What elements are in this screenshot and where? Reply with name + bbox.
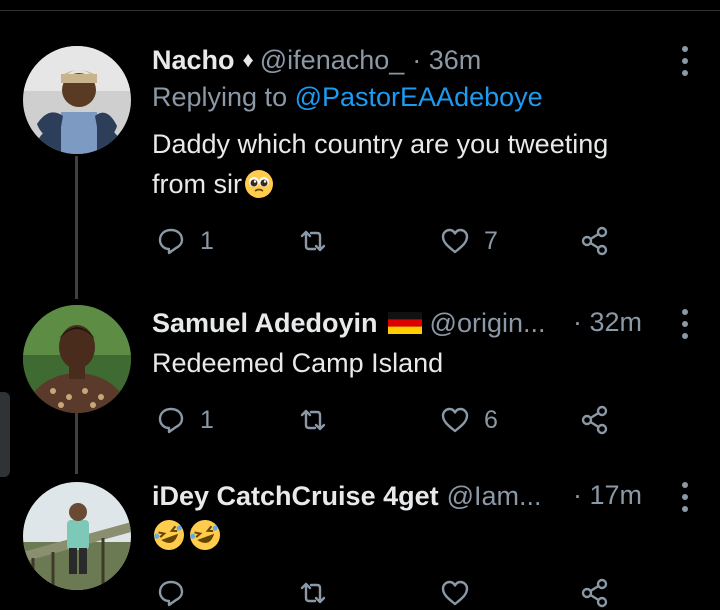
- tweet-text: Redeemed Camp Island: [152, 348, 444, 378]
- tweet-time[interactable]: · 32m: [573, 307, 642, 338]
- tweet-text-line: from sir: [152, 164, 692, 204]
- tweet-text: [152, 518, 692, 563]
- tweet-text-line: Daddy which country are you tweeting: [152, 129, 609, 159]
- like-button[interactable]: 7: [440, 224, 498, 258]
- reply-icon: [158, 580, 184, 607]
- tweet-header: iDey CatchCruise 4get @Iam...: [152, 478, 542, 514]
- reply-count: 1: [200, 405, 214, 434]
- heart-icon: [441, 407, 469, 433]
- avatar[interactable]: [23, 46, 131, 154]
- author-name[interactable]: iDey CatchCruise 4get: [152, 481, 439, 512]
- rolling-on-floor-laughing-icon: [154, 520, 220, 550]
- top-divider: [0, 10, 720, 11]
- retweet-button[interactable]: [298, 224, 342, 258]
- more-options-icon[interactable]: [682, 482, 690, 512]
- tweet-actions: 1 7: [152, 224, 632, 258]
- reply-count: 1: [200, 226, 214, 255]
- tweet-time[interactable]: · 17m: [573, 480, 642, 511]
- reply-button[interactable]: 1: [156, 224, 214, 258]
- heart-icon: [441, 580, 469, 606]
- tweet-actions: 1 6: [152, 403, 632, 437]
- diamond-badge-icon: ♦: [242, 47, 254, 72]
- replying-to-mention[interactable]: @PastorEAAdeboye: [295, 82, 543, 112]
- retweet-icon: [300, 582, 326, 604]
- share-icon: [581, 226, 608, 256]
- tweet-item[interactable]: Nacho ♦ @ifenacho_ · 36m Replying to @Pa…: [0, 42, 720, 282]
- like-count: 7: [484, 226, 498, 255]
- retweet-icon: [300, 409, 326, 431]
- germany-flag-icon: [387, 312, 422, 334]
- tweet-text-fragment: from sir: [152, 169, 242, 199]
- retweet-button[interactable]: [298, 403, 342, 437]
- like-button[interactable]: 6: [440, 403, 498, 437]
- tweet-text: Daddy which country are you tweeting fro…: [152, 124, 692, 204]
- tweet-header: Samuel Adedoyin @origin...: [152, 305, 546, 341]
- heart-icon: [441, 228, 469, 254]
- tweet-item[interactable]: Samuel Adedoyin @origin... · 32m Redeeme…: [0, 305, 720, 455]
- author-name[interactable]: Nacho: [152, 45, 235, 76]
- retweet-icon: [300, 230, 326, 252]
- tweet-time[interactable]: · 36m: [412, 45, 481, 76]
- avatar[interactable]: [23, 305, 131, 413]
- replying-to-label: Replying to: [152, 82, 295, 112]
- share-button[interactable]: [580, 224, 610, 258]
- tweet-header: Nacho ♦ @ifenacho_ · 36m: [152, 42, 481, 78]
- share-icon: [581, 578, 608, 608]
- reply-icon: [158, 407, 184, 434]
- author-handle[interactable]: @Iam...: [447, 481, 542, 512]
- like-count: 6: [484, 405, 498, 434]
- share-icon: [581, 405, 608, 435]
- replying-to-line: Replying to @PastorEAAdeboye: [152, 82, 543, 113]
- author-name[interactable]: Samuel Adedoyin: [152, 308, 378, 339]
- more-options-icon[interactable]: [682, 309, 690, 339]
- pleading-face-icon: [245, 170, 273, 198]
- reply-icon: [158, 228, 184, 255]
- avatar[interactable]: [23, 482, 131, 590]
- author-handle[interactable]: @origin...: [430, 308, 546, 339]
- author-handle[interactable]: @ifenacho_: [260, 45, 405, 76]
- share-button[interactable]: [580, 403, 610, 437]
- reply-button[interactable]: 1: [156, 403, 214, 437]
- more-options-icon[interactable]: [682, 46, 690, 76]
- tweet-item[interactable]: iDey CatchCruise 4get @Iam... · 17m: [0, 478, 720, 608]
